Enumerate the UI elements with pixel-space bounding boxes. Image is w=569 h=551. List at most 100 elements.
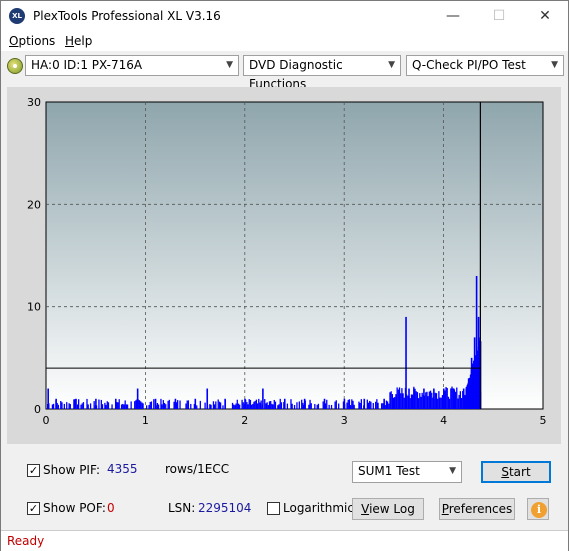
pif-bar [153,399,155,409]
pif-bar [219,402,222,409]
function-select[interactable]: DVD Diagnostic Functions ▼ [243,55,401,91]
pif-bar [118,399,120,409]
lsn-value: 2295104 [198,501,252,515]
pif-bar [267,404,269,409]
pif-bar [177,400,179,409]
pif-bar [246,402,248,409]
maximize-button[interactable]: ☐ [476,1,522,31]
main-window: XL PlexTools Professional XL V3.16 — ☐ ✕… [0,0,569,551]
pif-bar [258,398,260,409]
pif-bar [187,400,190,409]
status-bar: Ready [1,530,568,551]
show-pof-checkbox[interactable]: ✓ [27,502,40,515]
pif-bar [156,403,159,409]
window-title: PlexTools Professional XL V3.16 [33,9,221,23]
pif-bar [426,391,428,409]
drive-select[interactable]: HA:0 ID:1 PX-716A ▼ [25,55,239,76]
pif-bar [254,400,256,409]
pif-bar [280,402,283,409]
info-button[interactable]: i [527,498,549,520]
pif-bar [343,398,346,409]
pif-bar [310,403,312,409]
pif-bar [125,404,128,409]
show-pof-label: Show POF: [43,501,106,515]
info-icon: i [531,502,547,518]
pif-bar [106,401,108,409]
logarithmic-checkbox[interactable] [267,502,280,515]
pif-bar [264,399,266,409]
chart-panel: 0 1 2 3 4 5 0 10 20 30 [7,87,561,444]
pif-bar [296,402,298,409]
chevron-down-icon: ▼ [388,60,395,70]
pif-bar [68,403,70,409]
menu-bar: Options Help [1,31,568,51]
pif-bar [431,392,433,409]
pif-value: 4355 [107,462,138,476]
pif-bar [105,404,107,409]
pif-bar [383,398,385,409]
pif-bar [360,399,363,409]
menu-help[interactable]: Help [65,34,92,48]
pif-bar [446,388,448,409]
pif-bar [167,400,169,409]
pif-bar [268,401,271,409]
sum-test-select[interactable]: SUM1 Test ▼ [352,461,462,483]
test-select[interactable]: Q-Check PI/PO Test ▼ [406,55,564,76]
pif-bar [366,399,368,409]
view-log-button[interactable]: View Log [352,498,424,520]
pif-bar [417,398,420,409]
pif-bar [145,405,148,409]
pif-bar [270,400,272,409]
pif-bar [415,391,417,409]
pif-bar [462,388,465,409]
pif-bar [396,387,398,409]
pif-bar [209,404,211,409]
pif-bar [244,398,246,409]
minimize-button[interactable]: — [430,1,476,31]
pif-bar [217,399,219,409]
pif-bar [135,400,137,409]
pif-bar [73,399,75,409]
pif-bar [293,405,296,409]
start-button[interactable]: Start [481,461,551,483]
plot-area [45,101,544,410]
pif-bar [63,403,65,409]
show-pif-checkbox[interactable]: ✓ [27,464,40,477]
pif-bar [82,402,85,409]
pi-po-chart: 0 1 2 3 4 5 0 10 20 30 [27,96,547,427]
pif-bar [391,394,394,409]
pif-bar [101,404,104,409]
pif-bar [382,403,384,409]
pif-bar [450,388,452,409]
pif-bar [123,404,125,409]
pif-bar [411,394,414,409]
pif-bar [255,399,258,409]
pif-bar [252,403,254,409]
menu-options[interactable]: Options [9,34,55,48]
pif-bar [162,400,164,409]
pif-bar [279,398,281,409]
pif-bar [428,391,430,409]
pif-bar [403,397,405,409]
pif-bar [52,403,55,409]
pif-bar [174,398,177,409]
pif-bar [75,398,77,409]
pif-bar [460,397,463,409]
pif-bar [401,388,403,409]
pif-bar [301,399,303,409]
preferences-button[interactable]: Preferences [439,498,515,520]
pif-bar [126,404,129,409]
pif-bar [413,388,415,409]
pif-bar [393,398,395,409]
pif-bar [451,386,453,409]
pif-bar [322,401,324,409]
close-button[interactable]: ✕ [522,1,568,31]
toolbar: HA:0 ID:1 PX-716A ▼ DVD Diagnostic Funct… [1,52,568,91]
pif-bar [286,403,289,409]
pif-bar [213,404,216,409]
pif-bar [215,401,217,409]
x-tick-label: 0 [43,414,50,427]
pif-bar [326,399,328,409]
pif-bar [66,402,68,409]
pif-bar [377,402,379,409]
